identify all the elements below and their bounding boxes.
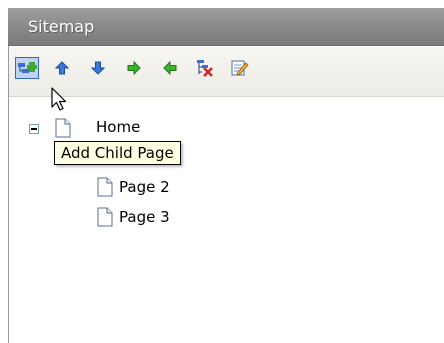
edit-page-button[interactable] <box>228 57 252 79</box>
mouse-pointer-icon <box>51 87 67 111</box>
move-down-button[interactable] <box>86 57 110 79</box>
page-icon <box>97 177 113 197</box>
add-child-page-button[interactable] <box>15 57 39 79</box>
tree-item-page-2[interactable]: Page 2 <box>119 178 170 196</box>
add-child-page-icon <box>18 62 37 73</box>
indent-right-button[interactable] <box>122 57 146 79</box>
page-icon <box>97 207 113 227</box>
tree-collapse-toggle[interactable] <box>29 124 39 134</box>
sitemap-toolbar <box>9 47 444 97</box>
move-up-button[interactable] <box>50 57 74 79</box>
tree-item-home[interactable]: Home <box>96 118 140 136</box>
outdent-left-button[interactable] <box>158 57 182 79</box>
indent-right-icon <box>127 61 141 75</box>
delete-page-button[interactable] <box>193 57 217 79</box>
move-up-icon <box>55 61 69 75</box>
panel-title-bar: Sitemap <box>8 8 444 46</box>
edit-page-icon <box>231 60 249 76</box>
page-icon <box>55 118 71 138</box>
panel-title: Sitemap <box>28 17 95 36</box>
move-down-icon <box>91 61 105 75</box>
tooltip: Add Child Page <box>54 141 181 165</box>
delete-page-icon <box>197 60 213 77</box>
tree-item-page-3[interactable]: Page 3 <box>119 208 170 226</box>
sitemap-tree: Home Page 2 Page 3 <box>9 98 444 343</box>
outdent-left-icon <box>163 61 177 75</box>
